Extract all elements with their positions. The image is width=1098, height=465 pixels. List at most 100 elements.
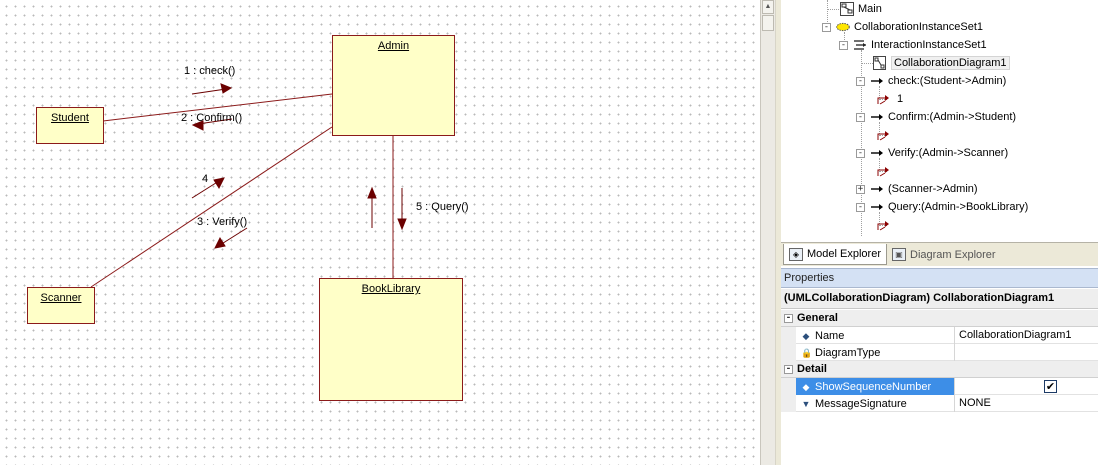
canvas-vertical-scrollbar[interactable]: ▲ [760,0,775,465]
object-student[interactable]: Student [36,107,104,144]
stimulus-icon [877,218,891,232]
stimulus-icon [877,164,891,178]
tab-label: Model Explorer [807,248,881,260]
message-label-3[interactable]: 3 : Verify() [197,216,247,228]
object-admin[interactable]: Admin [332,35,455,136]
arrow-return-booklibrary [367,186,377,228]
dropdown-triangle-icon: ▼ [801,398,811,409]
tree-item-label: InteractionInstanceSet1 [871,39,987,51]
tree-item-label: Confirm:(Admin->Student) [888,111,1017,123]
property-row-showsequencenumber[interactable]: ◆ ShowSequenceNumber ✔ [781,378,1098,395]
tab-diagram-explorer[interactable]: ▣ Diagram Explorer [887,244,1001,265]
property-row-messagesignature[interactable]: ▼ MessageSignature NONE [781,395,1098,412]
arrow-msg-3 [214,227,248,249]
message-label-4[interactable]: 4 [202,173,208,185]
model-explorer-tree[interactable]: Main - CollaborationInstanceSet1 - Inter… [781,0,1098,242]
collapse-toggle-icon[interactable]: - [856,112,865,122]
tree-item-stimulus[interactable] [877,126,895,144]
diagram-icon [840,2,854,16]
properties-header: Properties [781,268,1098,288]
object-student-label: Student [51,112,89,124]
model-explorer-icon: ◈ [789,247,803,261]
message-label-1[interactable]: 1 : check() [184,65,235,77]
lock-icon: 🔒 [801,347,813,358]
property-value-name[interactable]: CollaborationDiagram1 [956,327,1098,344]
diagram-canvas[interactable]: Admin Student Scanner BookLibrary 1 : ch… [0,0,760,465]
property-diamond-icon: ◆ [802,381,810,392]
collapse-toggle-icon[interactable]: - [784,364,793,374]
section-general[interactable]: - General [781,310,1098,327]
property-key: ▼ MessageSignature [796,395,955,412]
arrow-msg-5 [397,188,407,231]
object-scanner-label: Scanner [40,292,82,304]
tree-item-stimulus[interactable] [877,162,895,180]
message-arrow-icon [870,146,884,160]
tree-item-message-check[interactable]: - check:(Student->Admin) [856,72,1006,90]
tree-item-message-confirm[interactable]: - Confirm:(Admin->Student) [856,108,1016,126]
property-value-diagramtype [956,344,1098,361]
tree-item-message-scanner-admin[interactable]: + (Scanner->Admin) [856,180,978,198]
stimulus-icon [877,128,891,142]
tree-item-label: CollaborationInstanceSet1 [854,21,984,33]
stimulus-icon [877,92,891,106]
scroll-up-icon[interactable]: ▲ [762,0,774,14]
message-label-5[interactable]: 5 : Query() [416,201,469,213]
section-detail[interactable]: - Detail [781,361,1098,378]
property-key-label: ShowSequenceNumber [815,380,932,393]
collaboration-diagram-icon [873,56,887,70]
collapse-toggle-icon[interactable]: - [784,313,793,323]
collapse-toggle-icon[interactable]: - [856,148,865,158]
object-scanner[interactable]: Scanner [27,287,95,324]
tree-item-main[interactable]: Main [840,0,882,18]
property-key: ◆ ShowSequenceNumber [796,378,955,395]
tree-item-message-verify[interactable]: - Verify:(Admin->Scanner) [856,144,1008,162]
message-label-2[interactable]: 2 : Confirm() [181,112,242,124]
row-gutter [781,344,796,361]
tree-item-label: Verify:(Admin->Scanner) [888,147,1009,159]
collapse-toggle-icon[interactable]: - [856,76,865,86]
section-label: Detail [797,363,827,375]
tree-item-label: 1 [897,93,904,105]
object-booklibrary[interactable]: BookLibrary [319,278,463,401]
tree-item-label: Query:(Admin->BookLibrary) [888,201,1029,213]
collaboration-set-icon [836,20,850,34]
property-key-label: DiagramType [815,346,881,359]
property-row-name[interactable]: ◆ Name CollaborationDiagram1 [781,327,1098,344]
message-arrow-icon [870,74,884,88]
property-key-label: MessageSignature [815,397,907,410]
tree-item-collaborationdiagram1[interactable]: CollaborationDiagram1 [873,54,1010,72]
tree-item-interactioninstanceset1[interactable]: - InteractionInstanceSet1 [839,36,987,54]
interaction-set-icon [853,38,867,52]
diagram-explorer-icon: ▣ [892,248,906,261]
tree-item-collaborationinstanceset1[interactable]: - CollaborationInstanceSet1 [822,18,983,36]
tree-item-label: check:(Student->Admin) [888,75,1007,87]
property-key-label: Name [815,329,845,342]
tree-item-message-query[interactable]: - Query:(Admin->BookLibrary) [856,198,1028,216]
link-admin-scanner[interactable] [90,126,333,288]
tab-label: Diagram Explorer [910,248,996,261]
checkbox-checked-icon[interactable]: ✔ [1044,380,1057,393]
tree-item-label: CollaborationDiagram1 [891,56,1010,70]
property-value-messagesignature[interactable]: NONE [956,395,1098,412]
collapse-toggle-icon[interactable]: - [822,22,831,32]
right-panel: Main - CollaborationInstanceSet1 - Inter… [781,0,1098,465]
tab-model-explorer[interactable]: ◈ Model Explorer [783,244,887,265]
scroll-thumb[interactable] [762,15,774,31]
properties-element-title: (UMLCollaborationDiagram) CollaborationD… [781,289,1098,309]
arrow-msg-1 [191,83,233,95]
tree-item-stimulus[interactable]: 1 [877,90,903,108]
collapse-toggle-icon[interactable]: - [839,40,848,50]
tree-item-label: (Scanner->Admin) [888,183,978,195]
property-key: 🔒 DiagramType [796,344,955,361]
object-booklibrary-label: BookLibrary [361,283,421,295]
properties-empty-area [781,412,1098,465]
row-gutter [781,378,796,395]
message-arrow-icon [870,110,884,124]
message-arrow-icon [870,182,884,196]
collapse-toggle-icon[interactable]: - [856,202,865,212]
property-diamond-icon: ◆ [802,330,810,341]
expand-toggle-icon[interactable]: + [856,184,865,194]
tree-item-stimulus[interactable] [877,216,895,234]
property-value-showsequencenumber[interactable]: ✔ [956,378,1098,395]
property-row-diagramtype[interactable]: 🔒 DiagramType [781,344,1098,361]
